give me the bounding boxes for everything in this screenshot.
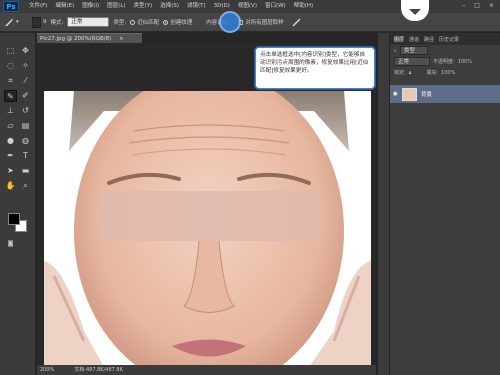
face-illustration xyxy=(44,91,371,365)
panel-icon-strip xyxy=(377,33,389,375)
gradient-tool-icon[interactable]: ▤ xyxy=(19,120,32,132)
layer-name: 背景 xyxy=(420,92,432,98)
menu-type[interactable]: 类型(Y) xyxy=(130,0,157,13)
history-brush-tool-icon[interactable]: ↺ xyxy=(19,105,32,117)
layer-thumbnail xyxy=(401,87,417,101)
shape-tool-icon[interactable]: ▬ xyxy=(19,165,32,177)
document-tab-title: Pic27.jpg @ 200%(RGB/8) xyxy=(40,36,112,42)
brush-size-picker[interactable]: 9 xyxy=(32,16,47,28)
photoshop-window: Ps 文件(F) 编辑(E) 图像(I) 图层(L) 类型(Y) 选择(S) 滤… xyxy=(0,0,500,375)
layers-panel-tabs: 图层 通道 路径 历史记录 xyxy=(390,33,500,45)
type-label: 类型: xyxy=(113,20,127,26)
menu-window[interactable]: 窗口(W) xyxy=(261,0,290,13)
tab-history[interactable]: 历史记录 xyxy=(439,36,459,43)
tooltip-callout: 点击单选框选中[内容识别]类型，它能够自动识别污点周围的像素，修复效果比用[近似… xyxy=(255,47,375,89)
layers-panel: 图层 通道 路径 历史记录 ⌕ 类型 正常 不透明度: 100% 锁定: 🔒︎ … xyxy=(390,33,500,375)
brush-size-swatch xyxy=(32,16,41,28)
tab-layers[interactable]: 图层 xyxy=(394,36,404,43)
eyedropper-tool-icon[interactable]: ⁄ xyxy=(19,75,32,87)
search-icon: ⌕ xyxy=(394,47,397,54)
app-logo: Ps xyxy=(3,1,19,12)
toolbox: ⬚ ✥ ◌ ✧ ⌗ ⁄ ✎ ✐ ⊥ ↺ ▱ ▤ ● ◍ ✒ T ➤ ▬ ✋ ⌕ … xyxy=(0,33,36,375)
content-aware-radio-highlight[interactable] xyxy=(219,11,241,33)
dropdown-arrow-icon: ▾ xyxy=(16,19,19,25)
hand-tool-icon[interactable]: ✋ xyxy=(4,180,17,192)
blend-row: 正常 不透明度: 100% xyxy=(390,56,500,67)
radio-texture[interactable] xyxy=(163,19,169,25)
opacity-value[interactable]: 100% xyxy=(458,59,472,65)
menu-layer[interactable]: 图层(L) xyxy=(103,0,129,13)
layer-kind-select[interactable]: 类型 xyxy=(399,46,428,55)
magic-wand-tool-icon[interactable]: ✧ xyxy=(19,60,32,72)
zoom-tool-icon[interactable]: ⌕ xyxy=(19,180,32,192)
document-tab-close-icon[interactable]: × xyxy=(119,36,124,42)
pen-tool-icon[interactable]: ✒ xyxy=(4,150,17,162)
lock-row: 锁定: 🔒︎ 填充: 100% xyxy=(390,67,500,78)
type-option-texture[interactable]: 创建纹理 xyxy=(163,18,192,26)
brush-icon xyxy=(5,18,13,26)
down-arrow-icon xyxy=(409,9,421,15)
menu-help[interactable]: 帮助(H) xyxy=(290,0,317,13)
tooltip-text: 点击单选框选中[内容识别]类型，它能够自动识别污点周围的像素，修复效果比用[近似… xyxy=(260,52,369,74)
fill-value[interactable]: 100% xyxy=(441,70,455,76)
marquee-tool-icon[interactable]: ⬚ xyxy=(4,45,17,57)
eraser-tool-icon[interactable]: ▱ xyxy=(4,120,17,132)
blend-mode-select[interactable]: 正常 xyxy=(394,57,430,66)
clone-stamp-tool-icon[interactable]: ⊥ xyxy=(4,105,17,117)
type-option-proximity[interactable]: 近似匹配 xyxy=(130,18,159,26)
document-size: 文档:487.8K/487.8K xyxy=(74,367,123,373)
close-button[interactable]: × xyxy=(489,2,494,9)
type-tool-icon[interactable]: T xyxy=(19,150,32,162)
path-selection-tool-icon[interactable]: ➤ xyxy=(4,165,17,177)
menu-items: 文件(F) 编辑(E) 图像(I) 图层(L) 类型(Y) 选择(S) 滤镜(T… xyxy=(25,0,317,13)
crop-tool-icon[interactable]: ⌗ xyxy=(4,75,17,87)
menu-file[interactable]: 文件(F) xyxy=(25,0,51,13)
pressure-brush-icon[interactable] xyxy=(292,18,301,27)
status-bar: 200% 文档:487.8K/487.8K xyxy=(37,365,376,375)
menu-filter[interactable]: 滤镜(T) xyxy=(183,0,210,13)
layer-filter-row: ⌕ 类型 xyxy=(390,45,500,56)
document-tab[interactable]: Pic27.jpg @ 200%(RGB/8) × xyxy=(37,33,142,43)
menu-select[interactable]: 选择(S) xyxy=(156,0,183,13)
fill-label: 填充: xyxy=(426,70,439,76)
canvas-area[interactable] xyxy=(37,43,376,365)
menu-edit[interactable]: 编辑(E) xyxy=(51,0,78,13)
dodge-tool-icon[interactable]: ◍ xyxy=(19,135,32,147)
brush-size-value: 9 xyxy=(43,19,47,25)
tab-channels[interactable]: 通道 xyxy=(409,36,419,43)
layer-item-background[interactable]: ◉ 背景 xyxy=(390,85,500,103)
zoom-level[interactable]: 200% xyxy=(40,365,54,375)
foreground-color-swatch[interactable] xyxy=(8,213,20,225)
move-tool-icon[interactable]: ✥ xyxy=(19,45,32,57)
lock-label: 锁定: xyxy=(394,70,406,76)
menu-image[interactable]: 图像(I) xyxy=(78,0,103,13)
blur-tool-icon[interactable]: ● xyxy=(4,135,17,147)
mode-select[interactable]: 正常 xyxy=(67,17,110,27)
radio-proximity[interactable] xyxy=(130,19,136,25)
lock-icon[interactable]: 🔒︎ xyxy=(409,70,412,76)
face-photo[interactable] xyxy=(44,91,371,365)
mode-label: 模式: xyxy=(50,20,64,26)
brush-tool-icon[interactable]: ✐ xyxy=(19,90,32,102)
maximize-button[interactable]: □ xyxy=(474,2,480,9)
tool-preset-picker[interactable]: ▾ xyxy=(4,16,28,29)
window-controls: – □ × xyxy=(462,2,494,9)
quick-mask-icon[interactable]: ◙ xyxy=(4,238,17,250)
spot-healing-brush-icon[interactable]: ✎ xyxy=(4,90,17,102)
menu-view[interactable]: 视图(V) xyxy=(234,0,261,13)
opacity-label: 不透明度: xyxy=(433,59,455,65)
minimize-button[interactable]: – xyxy=(462,2,465,9)
tab-paths[interactable]: 路径 xyxy=(424,36,434,43)
lasso-tool-icon[interactable]: ◌ xyxy=(4,60,17,72)
eye-icon[interactable]: ◉ xyxy=(393,91,398,97)
sample-all-layers-option[interactable]: 对所有图层取样 xyxy=(238,18,284,26)
